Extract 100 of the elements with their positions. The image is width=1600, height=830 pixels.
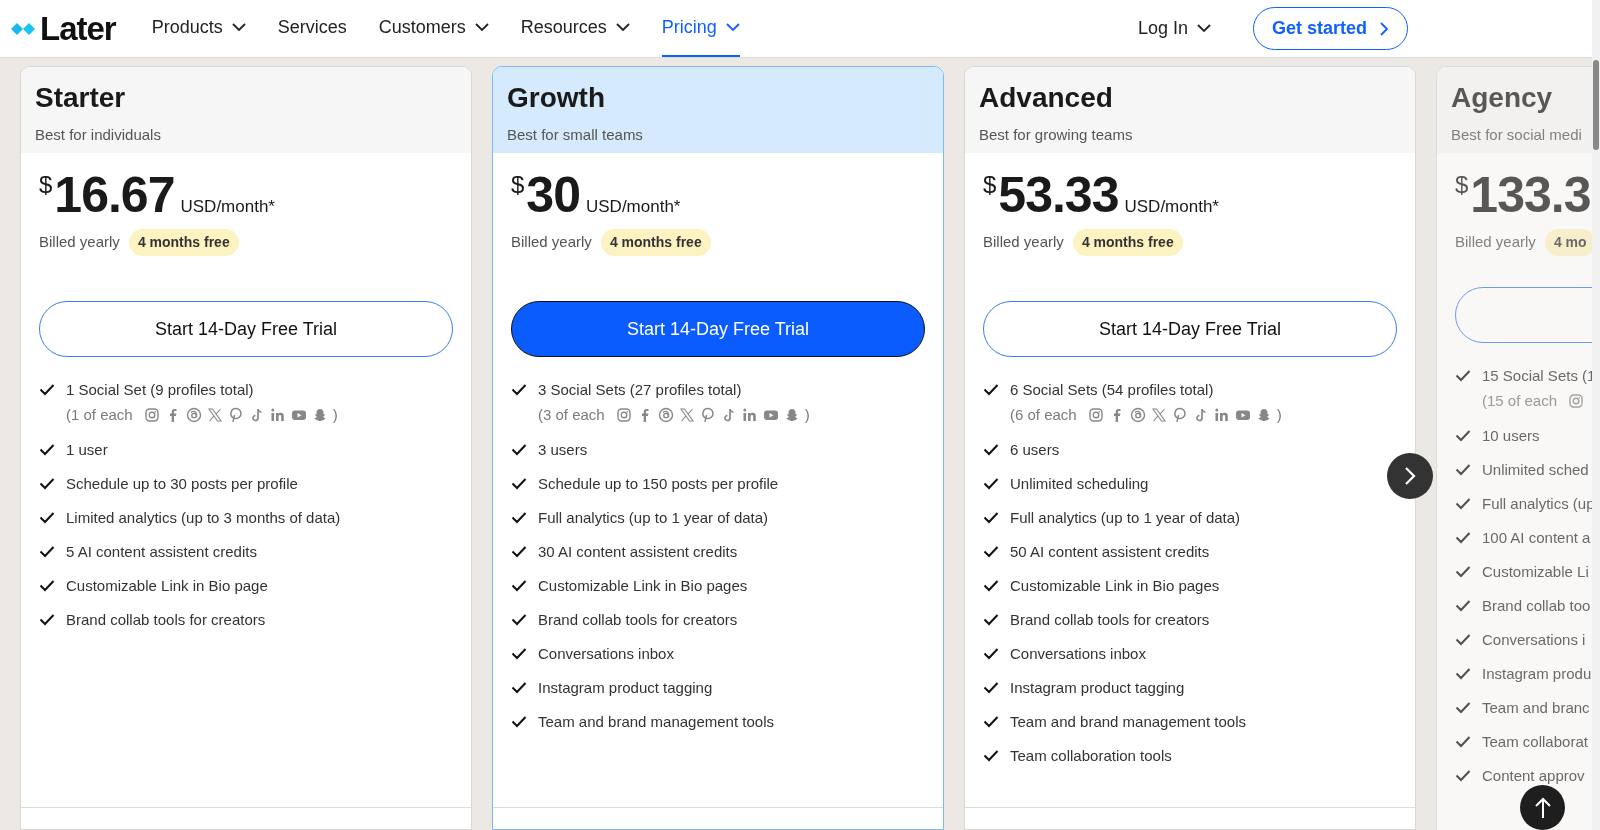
plan-name: Starter (35, 82, 127, 114)
instagram-icon (1568, 393, 1585, 410)
price-unit: USD/month* (1124, 197, 1219, 217)
linkedin-icon (741, 407, 758, 424)
feature-text: Team and brand management tools (538, 711, 774, 732)
checkmark-icon (1455, 369, 1471, 382)
x-logo-icon (1150, 407, 1167, 424)
checkmark-icon (983, 612, 999, 626)
instagram-icon (615, 407, 632, 424)
profile-note: (15 of each (1482, 391, 1558, 411)
checkmark-icon (1455, 462, 1471, 476)
scrollbar[interactable] (1592, 0, 1600, 830)
feature-text: Brand collab too (1482, 595, 1591, 616)
price-unit: USD/month* (586, 197, 681, 217)
feature-text: Instagram product tagging (538, 677, 713, 698)
linkedin-icon (1213, 407, 1230, 424)
checkmark-icon (39, 510, 55, 524)
checkmark-icon (1455, 768, 1471, 782)
plan-tagline: Best for individuals (35, 125, 162, 145)
currency-symbol: $ (1455, 173, 1469, 197)
feature-text: Brand collab tools for creators (538, 609, 738, 630)
feature-text: Full analytics (up to 1 year of data) (1010, 507, 1241, 528)
currency-symbol: $ (511, 173, 525, 197)
feature-text: Conversations i (1482, 629, 1586, 650)
checkmark-icon (983, 578, 999, 592)
plan-tagline: Best for growing teams (979, 125, 1134, 145)
feature-text: Schedule up to 30 posts per profile (66, 473, 298, 494)
checkmark-icon (983, 646, 999, 660)
checkmark-icon (983, 748, 999, 762)
feature-text: 5 AI content assistent credits (66, 541, 257, 562)
discount-badge: 4 months free (1072, 229, 1183, 256)
discount-badge: 4 months free (600, 229, 711, 256)
nav-link[interactable]: Pricing (661, 0, 740, 57)
plan-name: Growth (507, 82, 606, 114)
plan-tagline: Best for social medi (1451, 125, 1583, 145)
ghost-icon (311, 407, 328, 424)
chevron-down-icon (1196, 24, 1211, 33)
checkmark-icon (1455, 700, 1471, 714)
feature-text: Customizable Link in Bio page (66, 575, 268, 596)
feature-text: Conversations inbox (538, 643, 674, 664)
checkmark-icon (39, 544, 55, 558)
feature-text: Brand collab tools for creators (66, 609, 266, 630)
price-amount: 133.3 (1470, 173, 1591, 217)
feature-text: Brand collab tools for creators (1010, 609, 1210, 630)
feature-text: 100 AI content a (1482, 527, 1591, 548)
chevron-right-icon (1403, 466, 1417, 486)
at-sign-icon (185, 407, 202, 424)
nav-link[interactable]: Services (277, 0, 347, 57)
checkmark-icon (1455, 632, 1471, 646)
checkmark-icon (511, 476, 527, 490)
plan-name: Advanced (979, 82, 1114, 114)
checkmark-icon (1455, 734, 1471, 748)
checkmark-icon (983, 383, 999, 396)
checkmark-icon (1455, 428, 1471, 442)
x-logo-icon (206, 407, 223, 424)
feature-text: 6 Social Sets (54 profiles total) (1010, 380, 1215, 400)
checkmark-icon (39, 476, 55, 490)
at-sign-icon (657, 407, 674, 424)
checkmark-icon (511, 544, 527, 558)
closing-parenthesis: ) (1276, 405, 1282, 425)
feature-text: Team and branc (1482, 697, 1590, 718)
feature-text: Schedule up to 150 posts per profile (538, 473, 779, 494)
profile-note: (1 of each (66, 405, 133, 425)
arrow-up-icon (1533, 796, 1552, 819)
checkmark-icon (1455, 564, 1471, 578)
checkmark-icon (511, 714, 527, 728)
free-trial-button[interactable]: Start 14-Day Free Trial (983, 301, 1397, 357)
checkmark-icon (511, 442, 527, 456)
feature-text: Full analytics (up to 1 year of data) (538, 507, 769, 528)
next-slide-button[interactable] (1387, 453, 1433, 499)
pinterest-icon (1171, 407, 1188, 424)
checkmark-icon (983, 476, 999, 490)
nav-link[interactable]: Products (151, 0, 246, 57)
checkmark-icon (983, 544, 999, 558)
feature-text: 3 users (538, 439, 588, 460)
ghost-icon (783, 407, 800, 424)
feature-text: Conversations inbox (1010, 643, 1146, 664)
closing-parenthesis: ) (804, 405, 810, 425)
closing-parenthesis: ) (332, 405, 338, 425)
checkmark-icon (1455, 496, 1471, 510)
checkmark-icon (983, 714, 999, 728)
checkmark-icon (511, 612, 527, 626)
login-link[interactable]: Log In (1137, 15, 1211, 42)
price-amount: 53.33 (998, 173, 1119, 217)
instagram-icon (1087, 407, 1104, 424)
checkmark-icon (39, 383, 55, 396)
nav-link[interactable]: Customers (378, 0, 489, 57)
chevron-right-icon (1379, 21, 1389, 36)
free-trial-button[interactable]: Start 14-Day Free Trial (39, 301, 453, 357)
feature-text: Team and brand management tools (1010, 711, 1246, 732)
discount-badge: 4 months free (128, 229, 239, 256)
logo-text: Later (40, 8, 116, 49)
checkmark-icon (511, 383, 527, 396)
feature-text: 50 AI content assistent credits (1010, 541, 1210, 562)
nav-link[interactable]: Resources (520, 0, 630, 57)
currency-symbol: $ (983, 173, 997, 197)
free-trial-button[interactable]: Start 14-Day Free Trial (511, 301, 925, 357)
feature-text: Instagram product tagging (1010, 677, 1185, 698)
pinterest-icon (227, 407, 244, 424)
feature-text: Customizable Li (1482, 561, 1589, 582)
